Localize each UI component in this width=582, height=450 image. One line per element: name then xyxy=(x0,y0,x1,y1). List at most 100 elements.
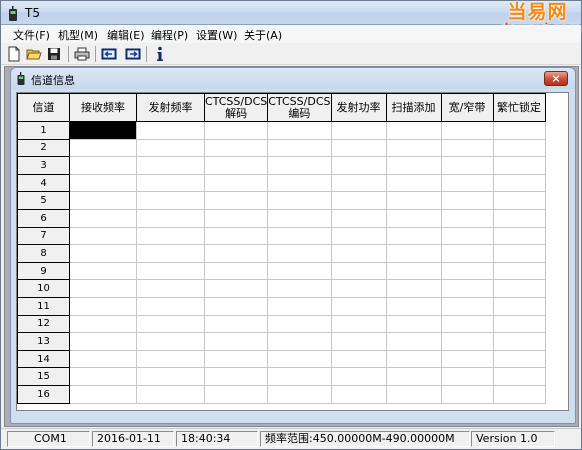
table-cell[interactable] xyxy=(385,191,442,210)
title-bar[interactable]: T5 当易网 downyi.com xyxy=(1,1,581,35)
table-cell[interactable] xyxy=(136,367,205,386)
table-cell[interactable] xyxy=(440,244,494,263)
table-cell[interactable] xyxy=(492,156,546,175)
table-cell[interactable] xyxy=(203,244,269,263)
table-cell[interactable] xyxy=(267,121,332,140)
table-cell[interactable] xyxy=(492,367,546,386)
row-number[interactable]: 3 xyxy=(17,156,70,175)
table-cell[interactable] xyxy=(385,208,442,228)
table-cell[interactable] xyxy=(385,173,442,193)
table-cell[interactable] xyxy=(203,349,269,369)
column-header[interactable]: 信道 xyxy=(17,93,70,122)
table-cell[interactable] xyxy=(385,226,442,246)
table-cell[interactable] xyxy=(69,332,137,351)
table-cell[interactable] xyxy=(440,121,494,140)
table-cell[interactable] xyxy=(330,156,387,175)
table-cell[interactable] xyxy=(440,173,494,193)
table-cell[interactable] xyxy=(69,138,137,158)
child-title-bar[interactable]: 信道信息 × xyxy=(11,68,575,89)
table-cell[interactable] xyxy=(136,384,205,404)
channel-grid[interactable]: 信道 接收频率 发射频率 CTCSS/DCS 解码 CTCSS/DCS 编码 发… xyxy=(16,92,569,411)
menu-about[interactable]: 关于(A) xyxy=(244,27,282,43)
table-cell[interactable] xyxy=(440,226,494,246)
row-number[interactable]: 1 xyxy=(17,121,70,140)
table-cell[interactable] xyxy=(136,121,205,140)
table-cell[interactable] xyxy=(330,121,387,140)
table-cell[interactable] xyxy=(440,156,494,175)
table-cell[interactable] xyxy=(492,296,546,316)
table-cell[interactable] xyxy=(69,314,137,334)
table-cell[interactable] xyxy=(330,332,387,351)
table-row[interactable]: 1 xyxy=(17,121,546,140)
table-cell[interactable] xyxy=(267,279,332,298)
table-cell[interactable] xyxy=(136,156,205,175)
table-cell[interactable] xyxy=(203,332,269,351)
table-cell[interactable] xyxy=(136,279,205,298)
table-cell[interactable] xyxy=(492,226,546,246)
info-button[interactable] xyxy=(151,45,169,63)
table-row[interactable]: 8 xyxy=(17,244,546,263)
table-row[interactable]: 14 xyxy=(17,349,546,369)
print-button[interactable] xyxy=(73,45,91,63)
table-cell[interactable] xyxy=(440,384,494,404)
row-number[interactable]: 6 xyxy=(17,208,70,228)
menu-program[interactable]: 编程(P) xyxy=(151,27,188,43)
table-cell[interactable] xyxy=(330,208,387,228)
table-cell[interactable] xyxy=(203,191,269,210)
menu-file[interactable]: 文件(F) xyxy=(13,27,50,43)
table-cell[interactable] xyxy=(136,138,205,158)
table-row[interactable]: 15 xyxy=(17,367,546,386)
table-cell[interactable] xyxy=(440,279,494,298)
table-cell[interactable] xyxy=(136,332,205,351)
table-cell[interactable] xyxy=(203,296,269,316)
table-cell[interactable] xyxy=(330,261,387,281)
save-button[interactable] xyxy=(45,45,63,63)
column-header[interactable]: 发射功率 xyxy=(330,93,387,122)
table-cell[interactable] xyxy=(492,138,546,158)
table-row[interactable]: 10 xyxy=(17,279,546,298)
menu-model[interactable]: 机型(M) xyxy=(58,27,98,43)
table-cell[interactable] xyxy=(440,332,494,351)
table-cell[interactable] xyxy=(136,349,205,369)
table-cell[interactable] xyxy=(69,191,137,210)
table-cell[interactable] xyxy=(440,296,494,316)
column-header[interactable]: 繁忙锁定 xyxy=(492,93,546,122)
table-cell[interactable] xyxy=(492,332,546,351)
table-cell[interactable] xyxy=(492,244,546,263)
table-cell[interactable] xyxy=(267,314,332,334)
table-cell[interactable] xyxy=(330,138,387,158)
table-cell[interactable] xyxy=(385,261,442,281)
table-cell[interactable] xyxy=(267,332,332,351)
table-cell[interactable] xyxy=(203,384,269,404)
table-cell[interactable] xyxy=(267,244,332,263)
table-cell[interactable] xyxy=(203,121,269,140)
table-cell[interactable] xyxy=(203,314,269,334)
table-row[interactable]: 3 xyxy=(17,156,546,175)
row-number[interactable]: 11 xyxy=(17,296,70,316)
table-cell[interactable] xyxy=(330,191,387,210)
table-cell[interactable] xyxy=(385,244,442,263)
table-cell[interactable] xyxy=(267,173,332,193)
table-cell[interactable] xyxy=(492,384,546,404)
row-number[interactable]: 9 xyxy=(17,261,70,281)
menu-edit[interactable]: 编辑(E) xyxy=(107,27,145,43)
row-number[interactable]: 7 xyxy=(17,226,70,246)
row-number[interactable]: 14 xyxy=(17,349,70,369)
table-cell[interactable] xyxy=(385,314,442,334)
table-cell[interactable] xyxy=(267,261,332,281)
table-cell[interactable] xyxy=(267,138,332,158)
table-cell[interactable] xyxy=(330,173,387,193)
table-cell[interactable] xyxy=(203,279,269,298)
table-cell[interactable] xyxy=(203,156,269,175)
table-cell[interactable] xyxy=(136,226,205,246)
table-cell[interactable] xyxy=(492,279,546,298)
table-cell[interactable] xyxy=(69,208,137,228)
table-cell[interactable] xyxy=(267,296,332,316)
table-cell[interactable] xyxy=(440,208,494,228)
table-cell[interactable] xyxy=(69,121,137,140)
table-cell[interactable] xyxy=(69,173,137,193)
read-from-radio-button[interactable] xyxy=(100,45,118,63)
table-cell[interactable] xyxy=(440,261,494,281)
table-cell[interactable] xyxy=(492,208,546,228)
row-number[interactable]: 10 xyxy=(17,279,70,298)
